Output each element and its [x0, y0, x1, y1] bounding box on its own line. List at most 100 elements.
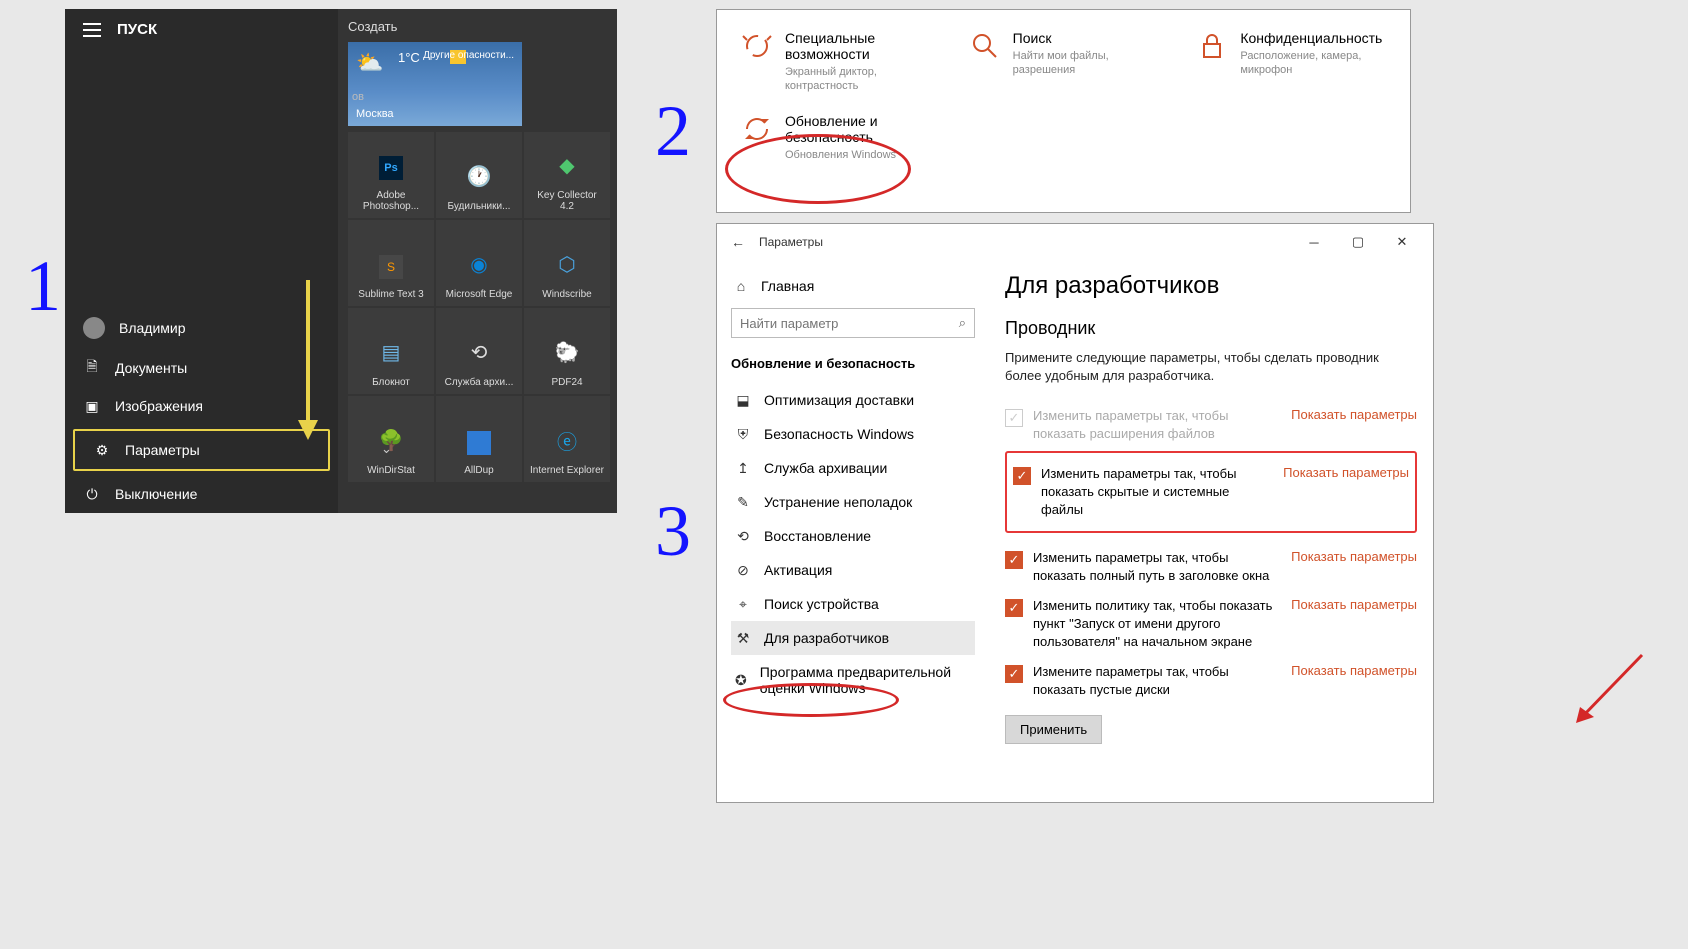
start-title: ПУСК [117, 21, 157, 38]
shield-icon: ⛨ [735, 426, 751, 442]
tile-sublime[interactable]: SSublime Text 3 [348, 220, 434, 306]
nav-label: Поиск устройства [764, 596, 879, 612]
documents-label: Документы [115, 360, 187, 376]
create-heading: Создать [348, 19, 617, 34]
cat-desc: Обновления Windows [785, 148, 961, 162]
nav-home[interactable]: ⌂Главная [731, 272, 975, 308]
category-update-security[interactable]: Обновление и безопасностьОбновления Wind… [741, 113, 961, 162]
nav-label: Для разработчиков [764, 630, 889, 646]
tile-pdf24[interactable]: 🐑PDF24 [524, 308, 610, 394]
tile-photoshop[interactable]: PsAdobe Photoshop... [348, 132, 434, 218]
tile-label: Adobe Photoshop... [354, 190, 428, 212]
checkbox[interactable]: ✓ [1005, 599, 1023, 617]
tile-windirstat[interactable]: 🌳WinDirStat [348, 396, 434, 482]
maximize-button[interactable]: ▢ [1337, 227, 1379, 257]
tile-label: Блокнот [372, 377, 410, 388]
option-text: Изменить параметры так, чтобы показать с… [1041, 465, 1267, 519]
category-search[interactable]: ПоискНайти мои файлы, разрешения [969, 30, 1159, 93]
tile-label: Служба архи... [445, 377, 514, 388]
minimize-button[interactable]: ─ [1293, 227, 1335, 257]
cat-title: Конфиденциальность [1240, 30, 1386, 46]
weather-temp: 1°C [398, 50, 420, 65]
user-account-item[interactable]: Владимир [65, 307, 338, 349]
weather-tile[interactable]: ⛅ 1°C Другие опасности... Москва [348, 42, 522, 126]
apply-button[interactable]: Применить [1005, 715, 1102, 744]
tile-ie[interactable]: ⓔInternet Explorer [524, 396, 610, 482]
nav-recovery[interactable]: ⟲Восстановление [731, 519, 975, 553]
nav-label: Активация [764, 562, 832, 578]
checkbox[interactable]: ✓ [1005, 551, 1023, 569]
nav-find-device[interactable]: ⌖ Поиск устройства [731, 587, 975, 621]
power-item[interactable]: ⏻ Выключение [65, 475, 338, 513]
refresh-icon: ⟲ [464, 337, 494, 367]
search-icon: ⌕ [959, 315, 966, 331]
power-icon: ⏻ [83, 485, 101, 503]
edge-icon: ◉ [464, 249, 494, 279]
option-text: Изменить политику так, чтобы показать пу… [1033, 597, 1275, 651]
tile-label: Будильники... [448, 201, 511, 212]
nav-search[interactable]: ⌕ [731, 308, 975, 338]
checkbox[interactable]: ✓ [1013, 467, 1031, 485]
nav-backup[interactable]: ↥Служба архивации [731, 451, 975, 485]
insider-icon: ✪ [735, 672, 747, 688]
tile-alldup[interactable]: AllDup [436, 396, 522, 482]
checkbox[interactable]: ✓ [1005, 409, 1023, 427]
nav-insider[interactable]: ✪ Программа предварительной оценки Window… [731, 655, 975, 705]
nav-for-developers[interactable]: ⚒Для разработчиков [731, 621, 975, 655]
settings-item[interactable]: ⚙ Параметры [73, 429, 330, 471]
pictures-item[interactable]: ▣ Изображения [65, 387, 338, 425]
highlighted-option: ✓ Изменить параметры так, чтобы показать… [1005, 451, 1417, 533]
section-description: Примените следующие параметры, чтобы сде… [1005, 349, 1417, 385]
category-accessibility[interactable]: Специальные возможностиЭкранный диктор, … [741, 30, 931, 93]
notepad-icon: ▤ [376, 337, 406, 367]
tile-windscribe[interactable]: ⬡Windscribe [524, 220, 610, 306]
nav-label: Восстановление [764, 528, 871, 544]
option-hidden-files: ✓ Изменить параметры так, чтобы показать… [1013, 459, 1409, 525]
show-params-link[interactable]: Показать параметры [1291, 597, 1417, 612]
tile-notepad[interactable]: ▤ Блокнот [348, 308, 434, 394]
search-input[interactable] [740, 316, 959, 331]
sublime-icon: S [379, 255, 403, 279]
nav-troubleshoot[interactable]: ✎Устранение неполадок [731, 485, 975, 519]
backup-icon: ↥ [735, 460, 751, 476]
step-1-label: 1 [25, 245, 61, 328]
image-icon: ▣ [83, 397, 101, 415]
settings-content: Для разработчиков Проводник Примените сл… [989, 260, 1433, 802]
nav-delivery-opt[interactable]: ⬓ Оптимизация доставки [731, 383, 975, 417]
tile-keycollector[interactable]: ◆Key Collector 4.2 [524, 132, 610, 218]
power-label: Выключение [115, 486, 197, 502]
show-params-link[interactable]: Показать параметры [1291, 549, 1417, 564]
nav-activation[interactable]: ⊘Активация [731, 553, 975, 587]
option-empty-drives: ✓ Измените параметры так, чтобы показать… [1005, 657, 1417, 705]
weather-warn-text: Другие опасности... [423, 50, 514, 62]
nav-windows-security[interactable]: ⛨Безопасность Windows [731, 417, 975, 451]
cat-desc: Экранный диктор, контрастность [785, 65, 931, 93]
arrow-annotation-3 [1570, 651, 1650, 731]
tile-edge[interactable]: ◉Microsoft Edge [436, 220, 522, 306]
pictures-label: Изображения [115, 398, 203, 414]
tile-alarms[interactable]: 🕐Будильники... [436, 132, 522, 218]
delivery-icon: ⬓ [735, 392, 751, 408]
step-3-label: 3 [655, 490, 691, 573]
lock-icon [1196, 30, 1228, 62]
truncated-text: ов [352, 91, 364, 103]
nav-section-heading: Обновление и безопасность [731, 356, 975, 371]
location-icon: ⌖ [735, 596, 751, 612]
show-params-link[interactable]: Показать параметры [1291, 407, 1417, 422]
window-title: Параметры [759, 235, 823, 249]
nav-label: Программа предварительной оценки Windows [760, 664, 971, 696]
category-privacy[interactable]: КонфиденциальностьРасположение, камера, … [1196, 30, 1386, 93]
show-params-link[interactable]: Показать параметры [1291, 663, 1417, 678]
show-params-link[interactable]: Показать параметры [1283, 465, 1409, 480]
option-text: Изменить параметры так, чтобы показать п… [1033, 549, 1275, 585]
hamburger-icon[interactable] [83, 23, 101, 37]
checkbox[interactable]: ✓ [1005, 665, 1023, 683]
nav-label: Оптимизация доставки [764, 392, 914, 408]
back-button[interactable]: ← [727, 234, 749, 250]
close-button[interactable]: ✕ [1381, 227, 1423, 257]
tile-label: Windscribe [542, 289, 591, 300]
home-icon: ⌂ [733, 278, 749, 294]
documents-item[interactable]: 🗎 Документы [65, 349, 338, 387]
chevron-down-icon[interactable]: ⌄ [381, 441, 392, 457]
tile-backup[interactable]: ⟲ Служба архи... [436, 308, 522, 394]
